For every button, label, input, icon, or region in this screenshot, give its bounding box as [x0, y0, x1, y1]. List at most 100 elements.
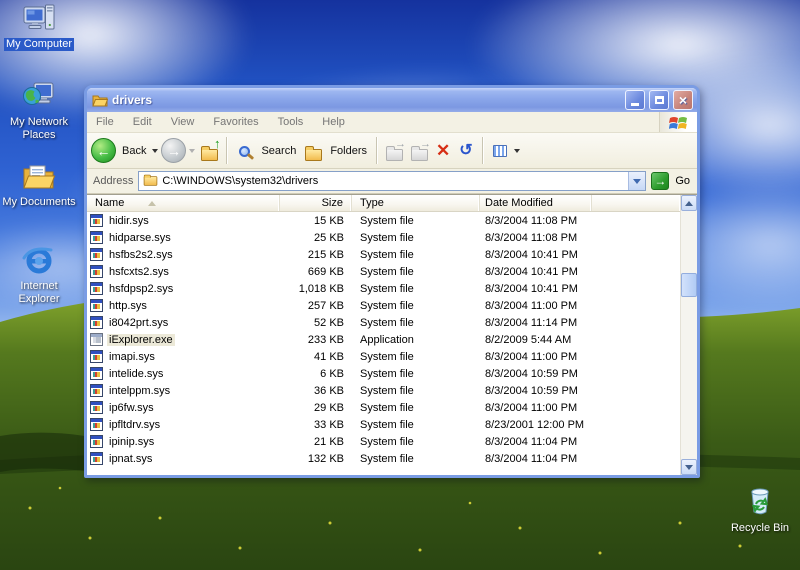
- table-row[interactable]: hsfcxts2.sys 669 KB System file 8/3/2004 10…: [87, 263, 680, 280]
- views-button[interactable]: [489, 141, 511, 161]
- menu-item-help[interactable]: Help: [322, 116, 345, 128]
- address-input[interactable]: C:\WINDOWS\system32\drivers: [138, 171, 647, 191]
- search-icon: [238, 145, 250, 157]
- delete-button[interactable]: ✕: [433, 142, 453, 159]
- file-name: hidparse.sys: [109, 231, 171, 244]
- file-name: hsfcxts2.sys: [109, 265, 169, 278]
- file-date-modified: 8/3/2004 11:08 PM: [485, 231, 578, 244]
- undo-button[interactable]: ↺: [456, 142, 475, 159]
- file-date-modified: 8/3/2004 11:14 PM: [485, 316, 578, 329]
- desktop-icon-my-computer[interactable]: My Computer: [0, 2, 78, 51]
- file-name-cell: hsfbs2s2.sys: [87, 248, 280, 261]
- file-size: 21 KB: [314, 435, 344, 448]
- table-row[interactable]: intelppm.sys 36 KB System file 8/3/2004 10:…: [87, 382, 680, 399]
- forward-dropdown-icon[interactable]: [189, 148, 196, 153]
- table-row[interactable]: ip6fw.sys 29 KB System file 8/3/2004 11:00 …: [87, 399, 680, 416]
- table-row[interactable]: ipinip.sys 21 KB System file 8/3/2004 11:04…: [87, 433, 680, 450]
- file-date-modified: 8/3/2004 10:41 PM: [485, 282, 578, 295]
- desktop-icon-my-network-places[interactable]: My Network Places: [0, 80, 78, 142]
- table-row[interactable]: i8042prt.sys 52 KB System file 8/3/2004 11:…: [87, 314, 680, 331]
- column-header-date-modified[interactable]: Date Modified: [480, 195, 592, 211]
- go-label: Go: [675, 175, 690, 187]
- copy-to-icon: [410, 146, 428, 161]
- address-bar: Address C:\WINDOWS\system32\drivers → Go: [87, 169, 697, 194]
- table-row[interactable]: ipfltdrv.sys 33 KB System file 8/23/2001 12…: [87, 416, 680, 433]
- file-name-cell: hsfcxts2.sys: [87, 265, 280, 278]
- table-row[interactable]: hsfdpsp2.sys 1,018 KB System file 8/3/2004 …: [87, 280, 680, 297]
- system-file-icon: [90, 265, 103, 278]
- scrollbar-track[interactable]: [681, 211, 697, 459]
- file-type: System file: [360, 384, 414, 397]
- table-row[interactable]: hidir.sys 15 KB System file 8/3/2004 11:08 …: [87, 212, 680, 229]
- move-to-button[interactable]: →: [383, 137, 407, 161]
- forward-button[interactable]: →: [161, 138, 187, 163]
- details-view: Name Size Type Date Modified hidir.sys 15…: [87, 195, 680, 475]
- desktop-icon-internet-explorer[interactable]: Internet Explorer: [0, 242, 78, 306]
- vertical-scrollbar[interactable]: [680, 195, 697, 475]
- views-dropdown-icon[interactable]: [513, 148, 520, 153]
- back-button[interactable]: ←: [91, 138, 116, 163]
- file-name-cell: intelppm.sys: [87, 384, 280, 397]
- go-arrow-icon: →: [654, 174, 667, 188]
- file-type: Application: [360, 333, 414, 346]
- folders-button[interactable]: [302, 141, 324, 161]
- table-row[interactable]: hidparse.sys 25 KB System file 8/3/2004 11:…: [87, 229, 680, 246]
- system-file-icon: [90, 384, 103, 397]
- system-file-icon: [90, 214, 103, 227]
- my-computer-icon: [23, 4, 55, 30]
- column-header-name[interactable]: Name: [87, 195, 280, 211]
- folders-icon: [304, 146, 322, 161]
- system-file-icon: [90, 401, 103, 414]
- search-button[interactable]: [233, 141, 255, 161]
- file-name-cell: http.sys: [87, 299, 280, 312]
- table-row[interactable]: imapi.sys 41 KB System file 8/3/2004 11:00 …: [87, 348, 680, 365]
- desktop-icon-label: My Network Places: [9, 116, 69, 141]
- minimize-button[interactable]: [625, 90, 645, 110]
- menu-item-tools[interactable]: Tools: [278, 116, 304, 128]
- menu-item-file[interactable]: File: [96, 116, 114, 128]
- copy-to-button[interactable]: →: [408, 138, 431, 161]
- desktop-icon-label: My Documents: [2, 196, 76, 208]
- scroll-up-button[interactable]: [681, 195, 697, 211]
- file-name: intelide.sys: [109, 367, 164, 380]
- desktop-icon-label: Internet Explorer: [18, 280, 60, 305]
- desktop-icon-my-documents[interactable]: My Documents: [0, 160, 78, 209]
- desktop-icon-recycle-bin[interactable]: Recycle Bin: [721, 484, 799, 535]
- table-row[interactable]: hsfbs2s2.sys 215 KB System file 8/3/2004 10…: [87, 246, 680, 263]
- file-date-modified: 8/3/2004 10:41 PM: [485, 248, 578, 261]
- menu-item-edit[interactable]: Edit: [133, 116, 152, 128]
- table-row[interactable]: ipnat.sys 132 KB System file 8/3/2004 11:04…: [87, 450, 680, 467]
- file-type: System file: [360, 299, 414, 312]
- back-dropdown-icon[interactable]: [152, 148, 159, 153]
- file-date-modified: 8/3/2004 11:00 PM: [485, 350, 578, 363]
- title-bar[interactable]: drivers ×: [87, 88, 697, 112]
- column-header-size[interactable]: Size: [280, 195, 352, 211]
- file-date-modified: 8/3/2004 10:59 PM: [485, 384, 578, 397]
- my-documents-icon: [23, 165, 56, 189]
- table-row[interactable]: iExplorer.exe 233 KB Application 8/2/2009 5…: [87, 331, 680, 348]
- column-header-label: Type: [360, 197, 384, 209]
- views-icon: [492, 144, 507, 157]
- file-type: System file: [360, 350, 414, 363]
- up-button[interactable]: ↑: [198, 137, 220, 161]
- menu-bar-items: File Edit View Favorites Tools Help: [87, 112, 659, 132]
- menu-item-favorites[interactable]: Favorites: [213, 116, 258, 128]
- file-date-modified: 8/3/2004 10:41 PM: [485, 265, 578, 278]
- scroll-down-button[interactable]: [681, 459, 697, 475]
- column-header-type[interactable]: Type: [352, 195, 480, 211]
- maximize-button[interactable]: [649, 90, 669, 110]
- address-dropdown-button[interactable]: [628, 172, 646, 190]
- move-arrow-icon: →: [395, 137, 407, 150]
- file-name: ip6fw.sys: [109, 401, 154, 414]
- file-date-modified: 8/3/2004 11:00 PM: [485, 401, 578, 414]
- column-header-label: Size: [321, 197, 343, 209]
- file-size: 36 KB: [314, 384, 344, 397]
- table-row[interactable]: intelide.sys 6 KB System file 8/3/2004 10:5…: [87, 365, 680, 382]
- scrollbar-thumb[interactable]: [681, 273, 697, 297]
- menu-item-view[interactable]: View: [171, 116, 195, 128]
- close-button[interactable]: ×: [673, 90, 693, 110]
- column-header-filler: [592, 195, 680, 211]
- table-row[interactable]: http.sys 257 KB System file 8/3/2004 11:00 …: [87, 297, 680, 314]
- file-name: i8042prt.sys: [109, 316, 169, 329]
- go-button[interactable]: →: [651, 172, 670, 190]
